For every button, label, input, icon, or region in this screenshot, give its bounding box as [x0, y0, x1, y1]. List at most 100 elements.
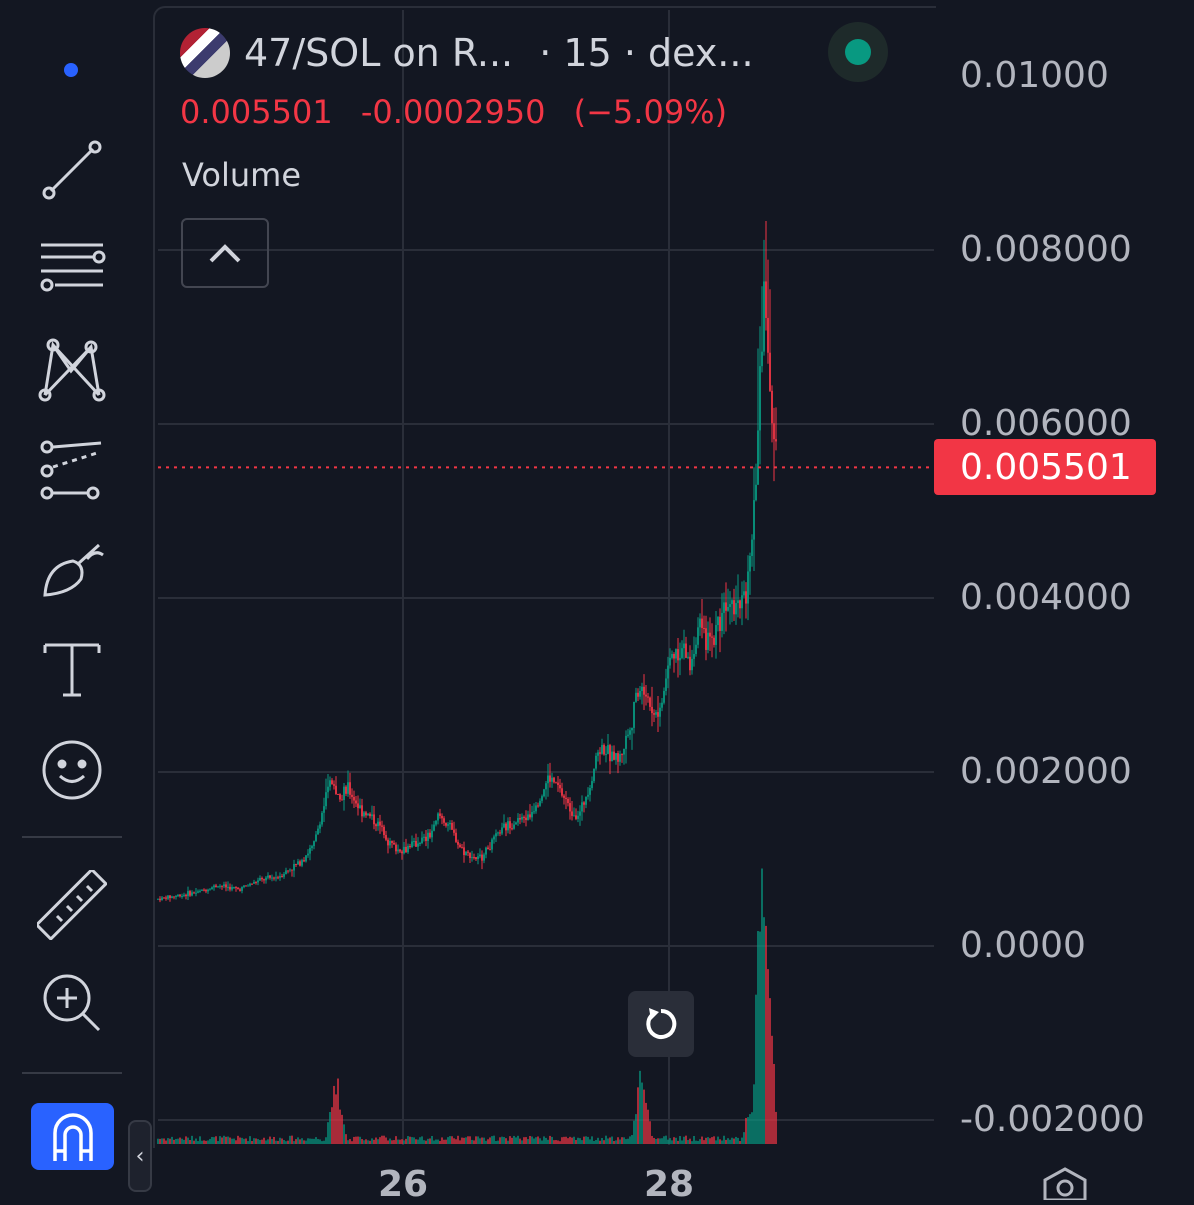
candle-body: [371, 814, 373, 817]
candle-body: [483, 854, 485, 861]
market-status-indicator[interactable]: [828, 22, 888, 82]
volume-bar: [547, 1139, 549, 1144]
volume-bar: [641, 1082, 643, 1144]
candle-body: [521, 816, 523, 820]
candle-body: [767, 317, 769, 353]
volume-bar: [219, 1136, 221, 1144]
volume-bar: [233, 1138, 235, 1144]
candle-body: [373, 814, 375, 825]
settings-icon[interactable]: [1040, 1166, 1090, 1200]
candle-body: [713, 637, 715, 645]
candle-body: [527, 814, 529, 821]
candle-body: [635, 692, 637, 702]
volume-bar: [303, 1140, 305, 1144]
candle-body: [569, 803, 571, 812]
volume-bar: [353, 1136, 355, 1144]
candle-body: [691, 658, 693, 671]
candle-body: [685, 643, 687, 658]
candle-body: [225, 884, 227, 888]
candle-body: [499, 832, 501, 834]
reset-chart-button[interactable]: [628, 991, 694, 1057]
candle-body: [667, 665, 669, 679]
candle-body: [387, 839, 389, 846]
volume-bar: [679, 1136, 681, 1144]
candle-body: [579, 811, 581, 816]
volume-bar: [447, 1137, 449, 1144]
candle-body: [679, 657, 681, 661]
volume-bar: [271, 1139, 273, 1144]
candle-body: [721, 612, 723, 631]
collapse-indicators-button[interactable]: [181, 218, 269, 288]
candle-body: [339, 794, 341, 800]
volume-bar: [529, 1135, 531, 1144]
volume-bar: [433, 1140, 435, 1144]
candle-body: [761, 351, 763, 367]
candle-body: [545, 783, 547, 790]
volume-bar: [573, 1136, 575, 1144]
candle-body: [655, 712, 657, 715]
volume-indicator-label[interactable]: Volume: [182, 156, 301, 194]
candle-body: [395, 844, 397, 852]
candle-body: [301, 860, 303, 866]
volume-bar: [665, 1135, 667, 1144]
volume-bar: [521, 1140, 523, 1144]
candle-body: [697, 627, 699, 645]
volume-bar: [631, 1135, 633, 1144]
candle-body: [633, 701, 635, 728]
volume-bar: [697, 1140, 699, 1144]
candle-body: [629, 730, 631, 735]
volume-bar: [225, 1136, 227, 1144]
volume-bar: [681, 1140, 683, 1144]
volume-bar: [421, 1136, 423, 1144]
volume-bar: [223, 1135, 225, 1144]
volume-bar: [571, 1137, 573, 1144]
volume-bar: [287, 1140, 289, 1144]
volume-bar: [177, 1138, 179, 1144]
candle-body: [241, 887, 243, 891]
volume-bar: [339, 1109, 341, 1144]
volume-bar: [505, 1138, 507, 1144]
volume-bar: [365, 1139, 367, 1144]
candle-body: [677, 649, 679, 661]
volume-bar: [537, 1136, 539, 1144]
candle-body: [423, 836, 425, 838]
volume-bar: [593, 1140, 595, 1144]
volume-bar: [675, 1137, 677, 1144]
candle-body: [457, 841, 459, 845]
volume-bar: [445, 1139, 447, 1144]
candle-body: [201, 889, 203, 891]
candle-body: [233, 887, 235, 889]
candle-body: [663, 690, 665, 703]
volume-bar: [279, 1137, 281, 1144]
volume-bar: [531, 1136, 533, 1144]
volume-bar: [381, 1135, 383, 1144]
volume-bar: [645, 1102, 647, 1144]
candle-body: [523, 816, 525, 818]
candle-body: [659, 707, 661, 717]
volume-bar: [711, 1137, 713, 1144]
candle-body: [187, 891, 189, 897]
volume-bar: [609, 1137, 611, 1144]
volume-bar: [185, 1136, 187, 1144]
candle-body: [551, 777, 553, 782]
candle-body: [669, 657, 671, 666]
candle-body: [171, 896, 173, 898]
candle-body: [615, 753, 617, 760]
volume-bar: [377, 1139, 379, 1144]
volume-bar: [587, 1136, 589, 1144]
volume-bar: [195, 1138, 197, 1144]
volume-bar: [243, 1138, 245, 1144]
volume-bar: [341, 1114, 343, 1144]
candle-body: [313, 841, 315, 847]
volume-bar: [457, 1135, 459, 1144]
candle-body: [643, 686, 645, 695]
volume-bar: [601, 1138, 603, 1144]
symbol-header[interactable]: 47/SOL on R... · 15 · dex...: [180, 26, 754, 80]
candle-body: [323, 806, 325, 813]
volume-bar: [475, 1136, 477, 1144]
candle-body: [315, 834, 317, 842]
candle-body: [535, 805, 537, 812]
candle-body: [189, 891, 191, 896]
candle-body: [259, 877, 261, 881]
volume-bar: [301, 1138, 303, 1144]
